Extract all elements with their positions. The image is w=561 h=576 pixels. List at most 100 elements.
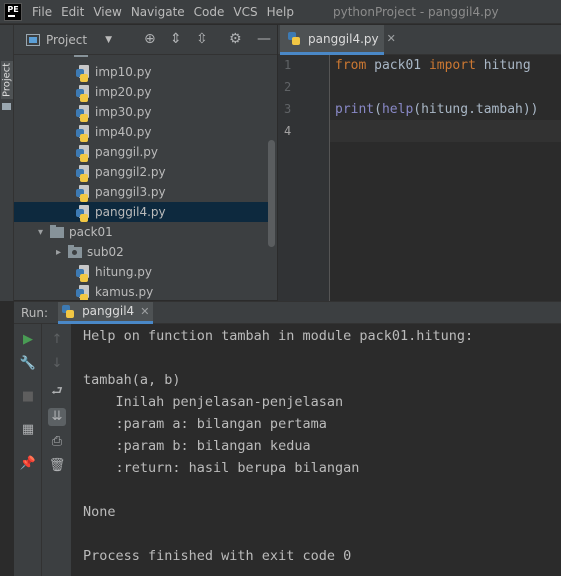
tree-item-label: pack01 [69, 225, 113, 239]
chevron-down-icon[interactable]: ▼ [105, 35, 112, 45]
tree-item-label: imp40.py [95, 125, 152, 139]
rerun-icon[interactable]: ▶ [20, 332, 36, 348]
minimize-icon[interactable]: — [257, 31, 271, 47]
chevron-down-icon[interactable]: ▾ [38, 227, 50, 238]
pycharm-logo-icon: PE [4, 2, 22, 21]
line-number: 2 [284, 80, 292, 94]
run-console-output[interactable]: Help on function tambah in module pack01… [72, 324, 561, 576]
module-token: pack01 [366, 58, 429, 73]
locate-icon[interactable]: ⊕ [144, 31, 156, 47]
folder-icon [2, 103, 11, 110]
project-panel-header: Project ▼ ⊕ ⇕ ⇳ ⚙ — [14, 25, 277, 55]
tree-file-kamus[interactable]: kamus.py [14, 282, 269, 300]
editor-tab-bar: panggil4.py ✕ [278, 25, 561, 55]
code-line-1: from pack01 import hitung [335, 58, 531, 73]
console-line: :param b: bilangan kedua [83, 438, 311, 454]
wrench-icon[interactable]: 🔧 [20, 356, 36, 372]
gear-icon[interactable]: ⚙ [229, 31, 242, 47]
stop-icon[interactable]: ■ [20, 389, 36, 405]
tree-item-label: panggil2.py [95, 165, 166, 179]
run-toolbar-primary: ▶ 🔧 ■ ▦ 📌 [14, 324, 42, 576]
tree-file-hitung[interactable]: hitung.py [14, 262, 269, 282]
console-line: None [83, 504, 116, 520]
tree-file-imp10[interactable]: imp10.py [14, 62, 269, 82]
line-number-gutter: 1 2 3 4 [278, 55, 330, 301]
menu-view[interactable]: View [93, 5, 121, 19]
tree-folder-sub02[interactable]: ▸ sub02 [14, 242, 269, 262]
tree-item-label: main [93, 55, 123, 58]
tree-item-label: imp20.py [95, 85, 152, 99]
console-line: Inilah penjelasan-penjelasan [83, 394, 344, 410]
project-tool-button[interactable]: Project [1, 61, 13, 99]
left-tool-strip: Project [0, 25, 14, 301]
keyword-token: from [335, 58, 367, 73]
close-icon[interactable]: ✕ [140, 305, 149, 318]
tab-panggil4[interactable]: panggil4.py ✕ [280, 25, 396, 55]
soft-wrap-icon[interactable]: ⮐ [49, 384, 65, 400]
tab-label: panggil4.py [308, 31, 379, 46]
tree-item-label: panggil3.py [95, 185, 166, 199]
run-panel-header: Run: panggil4 ✕ [14, 301, 561, 324]
run-tab-label: panggil4 [82, 304, 135, 318]
collapse-all-icon[interactable]: ⇳ [196, 31, 208, 47]
tree-item-label: imp30.py [95, 105, 152, 119]
tree-file-panggil3[interactable]: panggil3.py [14, 182, 269, 202]
python-file-icon [76, 64, 91, 82]
trash-icon[interactable]: 🗑 [49, 458, 66, 474]
tree-scrollbar[interactable] [268, 140, 275, 247]
keyword-token: import [428, 58, 476, 73]
pin-icon[interactable]: 📌 [20, 456, 36, 472]
tree-item-label: sub02 [87, 245, 124, 259]
tree-file-panggil4[interactable]: panggil4.py [14, 202, 269, 222]
tree-file-panggil[interactable]: panggil.py [14, 142, 269, 162]
menu-file[interactable]: File [32, 5, 52, 19]
python-file-icon [76, 164, 91, 182]
window-title: pythonProject - panggil4.py [332, 4, 499, 19]
menu-navigate[interactable]: Navigate [131, 5, 185, 19]
restore-layout-icon[interactable]: ▦ [20, 422, 36, 438]
run-label: Run: [21, 305, 49, 320]
menu-code[interactable]: Code [194, 5, 225, 19]
console-line: :return: hasil berupa bilangan [83, 460, 360, 476]
package-folder-icon [68, 244, 82, 258]
menu-vcs[interactable]: VCS [233, 5, 257, 19]
tree-file-panggil2[interactable]: panggil2.py [14, 162, 269, 182]
console-line: :param a: bilangan pertama [83, 416, 327, 432]
chevron-right-icon[interactable]: ▸ [56, 247, 68, 258]
tree-folder-pack01[interactable]: ▾ pack01 [14, 222, 269, 242]
code-editor[interactable]: 1 2 3 4 from pack01 import hitung print(… [278, 55, 561, 301]
tree-item-label: hitung.py [95, 265, 153, 279]
tree-file-imp30[interactable]: imp30.py [14, 102, 269, 122]
print-icon[interactable]: ⎙ [49, 434, 65, 450]
tree-item-label: panggil.py [95, 145, 159, 159]
args-token: (hitung.tambah)) [413, 102, 539, 117]
menu-help[interactable]: Help [267, 5, 294, 19]
close-icon[interactable]: ✕ [387, 32, 396, 45]
python-file-icon [76, 284, 91, 300]
project-panel-title[interactable]: Project [46, 33, 87, 47]
python-file-icon [288, 32, 300, 45]
arrow-down-icon[interactable]: ↓ [49, 356, 65, 372]
tree-item-label: imp10.py [95, 65, 152, 79]
run-tab-panggil4[interactable]: panggil4 ✕ [58, 301, 154, 324]
console-line: tambah(a, b) [83, 372, 181, 388]
current-line-highlight [330, 120, 561, 142]
tree-item-label: kamus.py [95, 285, 154, 299]
project-tree: main imp10.py imp20.py imp30.py imp40.py… [14, 55, 277, 300]
menu-bar: PE File Edit View Navigate Code VCS Help… [0, 0, 561, 24]
console-line: Help on function tambah in module pack01… [83, 328, 474, 344]
python-file-icon [76, 264, 91, 282]
run-toolbar-secondary: ↑ ↓ ⮐ ⇊ ⎙ 🗑 [42, 324, 72, 576]
tree-file-imp20[interactable]: imp20.py [14, 82, 269, 102]
tree-folder-partial[interactable]: main [14, 55, 269, 61]
paren-token: ( [374, 102, 382, 117]
python-file-icon [76, 204, 91, 222]
tree-file-imp40[interactable]: imp40.py [14, 122, 269, 142]
arrow-up-icon[interactable]: ↑ [49, 332, 65, 348]
python-file-icon [76, 104, 91, 122]
menu-edit[interactable]: Edit [61, 5, 84, 19]
tree-item-label: panggil4.py [95, 205, 166, 219]
scroll-to-end-icon[interactable]: ⇊ [48, 408, 66, 426]
expand-all-icon[interactable]: ⇕ [170, 31, 182, 47]
name-token: hitung [475, 58, 531, 73]
